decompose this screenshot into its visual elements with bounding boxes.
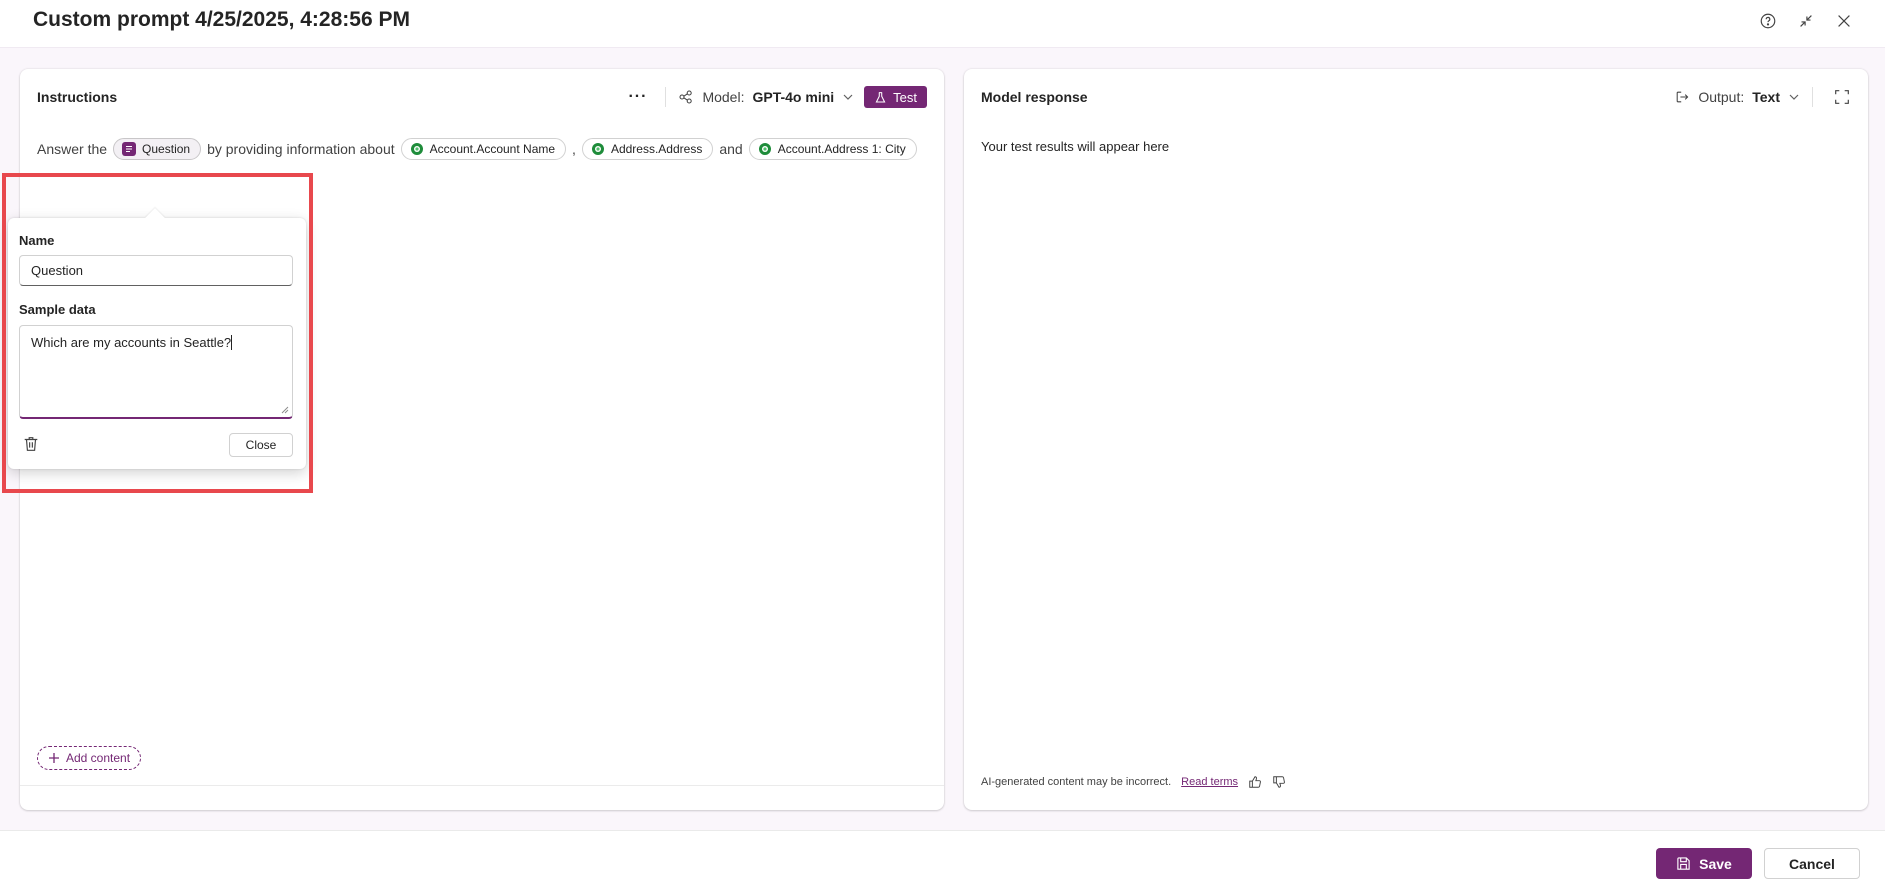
chip-label: Account.Address 1: City	[777, 142, 906, 156]
model-selector[interactable]: Model: GPT-4o mini	[678, 89, 854, 105]
prompt-comma: ,	[572, 141, 576, 157]
input-editor-popover: Name Question Sample data Which are my a…	[8, 218, 306, 469]
data-chip-city[interactable]: Account.Address 1: City	[748, 138, 917, 160]
model-response-panel: Model response Output: Text Your test re…	[964, 69, 1868, 810]
collapse-icon[interactable]	[1795, 10, 1817, 32]
expand-icon[interactable]	[1833, 88, 1851, 106]
text-caret	[231, 335, 233, 350]
divider	[1812, 87, 1813, 107]
prompt-middle: by providing information about	[207, 141, 395, 157]
save-button[interactable]: Save	[1656, 848, 1752, 879]
instructions-title: Instructions	[37, 89, 118, 105]
close-button[interactable]: Close	[229, 433, 293, 457]
response-title: Model response	[981, 89, 1088, 105]
flask-icon	[875, 91, 886, 102]
divider	[665, 87, 667, 107]
thumbs-up-icon[interactable]	[1248, 775, 1262, 789]
delete-icon[interactable]	[22, 435, 40, 453]
title-bar: Custom prompt 4/25/2025, 4:28:56 PM	[0, 0, 1885, 48]
dataverse-icon	[591, 142, 605, 156]
dataverse-icon	[410, 142, 424, 156]
prompt-prefix: Answer the	[37, 141, 108, 157]
text-input-icon	[122, 142, 137, 156]
save-label: Save	[1699, 855, 1732, 872]
model-value: GPT-4o mini	[752, 89, 835, 105]
workspace: Instructions ··· Model: GPT-4o mini Test…	[0, 48, 1885, 830]
chevron-down-icon	[1789, 94, 1799, 100]
sample-data-label: Sample data	[19, 302, 96, 317]
add-content-button[interactable]: Add content	[37, 746, 142, 770]
chip-label: Account.Account Name	[429, 142, 556, 156]
output-label: Output:	[1698, 89, 1745, 105]
model-label: Model:	[702, 89, 745, 105]
save-icon	[1677, 857, 1690, 870]
name-value: Question	[31, 263, 84, 278]
prompt-and: and	[719, 141, 743, 157]
title-actions	[1757, 10, 1855, 32]
response-header: Model response Output: Text	[981, 83, 1851, 111]
add-content-label: Add content	[66, 751, 131, 765]
page-title: Custom prompt 4/25/2025, 4:28:56 PM	[33, 8, 410, 31]
more-options-button[interactable]: ···	[622, 88, 653, 106]
help-icon[interactable]	[1757, 10, 1779, 32]
feedback-bar: AI-generated content may be incorrect. R…	[981, 775, 1286, 789]
data-chip-address[interactable]: Address.Address	[581, 138, 714, 160]
chip-label: Question	[142, 142, 191, 156]
chip-label: Address.Address	[610, 142, 703, 156]
output-value: Text	[1752, 89, 1780, 105]
chevron-down-icon	[843, 94, 853, 100]
plus-icon	[49, 753, 59, 763]
test-label: Test	[893, 89, 917, 105]
close-icon[interactable]	[1833, 10, 1855, 32]
cancel-button[interactable]: Cancel	[1764, 848, 1860, 879]
sample-data-value: Which are my accounts in Seattle?	[31, 335, 232, 350]
sample-data-field[interactable]: Which are my accounts in Seattle?	[19, 325, 293, 419]
disclaimer-text: AI-generated content may be incorrect.	[981, 776, 1172, 788]
instructions-header: Instructions ··· Model: GPT-4o mini Test	[37, 83, 927, 111]
output-icon	[1677, 91, 1689, 103]
output-selector[interactable]: Output: Text	[1674, 89, 1800, 105]
resize-grip-icon[interactable]	[281, 406, 289, 414]
read-terms-link[interactable]: Read terms	[1181, 776, 1238, 788]
dataverse-icon	[758, 142, 772, 156]
name-label: Name	[19, 233, 55, 248]
input-chip-question[interactable]: Question	[113, 138, 202, 160]
thumbs-down-icon[interactable]	[1272, 775, 1286, 789]
action-bar: Save Cancel	[0, 830, 1885, 890]
prompt-text[interactable]: Answer the Question by providing informa…	[37, 138, 917, 160]
model-icon	[679, 90, 693, 104]
divider	[20, 785, 944, 786]
test-button[interactable]: Test	[864, 86, 927, 108]
data-chip-account-name[interactable]: Account.Account Name	[400, 138, 567, 160]
results-placeholder: Your test results will appear here	[981, 139, 1170, 154]
name-field[interactable]: Question	[19, 255, 293, 286]
